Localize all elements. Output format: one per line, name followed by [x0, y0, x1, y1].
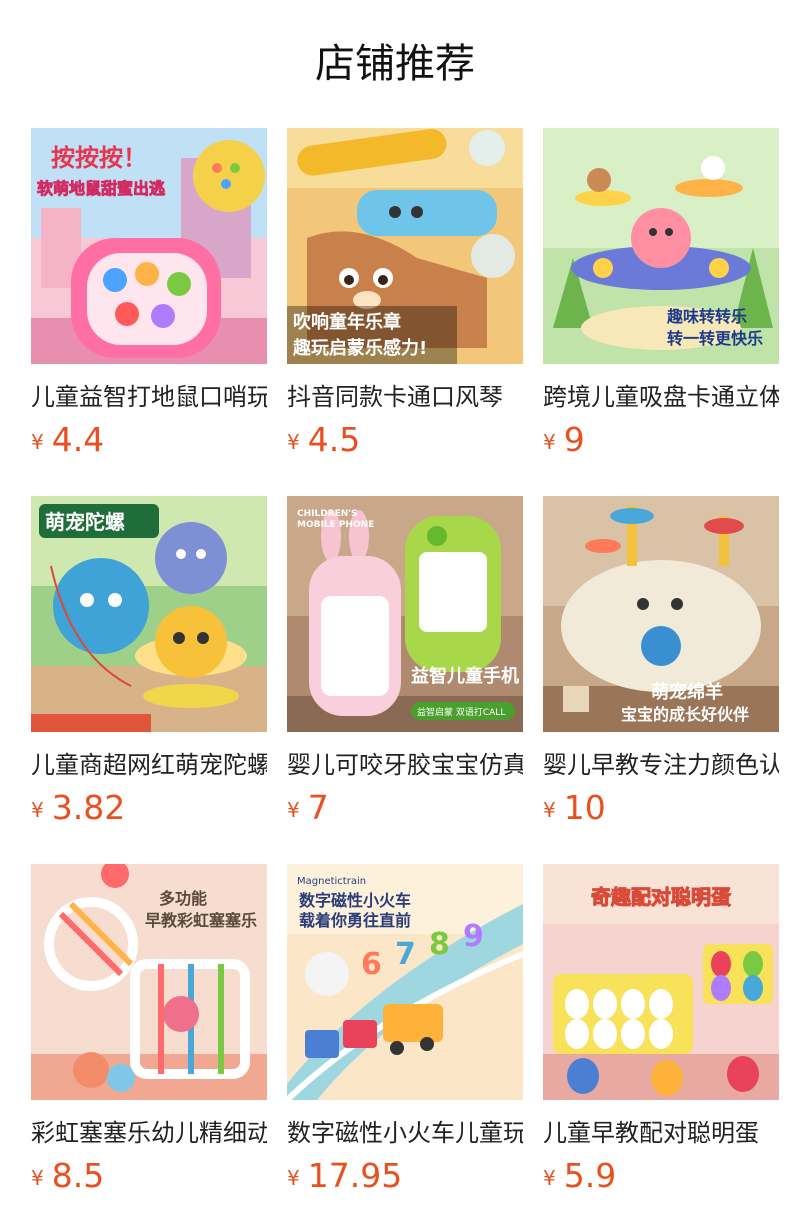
- price-value: 17.95: [307, 1156, 403, 1195]
- price-value: 8.5: [51, 1156, 105, 1195]
- svg-text:CHILDREN'S: CHILDREN'S: [297, 509, 358, 519]
- product-card[interactable]: CHILDREN'S MOBILE PHONE 益智儿童手机 益智启蒙 双语打C…: [287, 496, 523, 828]
- store-recommendations-page: 店铺推荐 按按按！ 软萌地鼠甜蜜出逃 儿童益智打地鼠口哨玩 ¥ 4.4 吹响童年…: [0, 0, 790, 1232]
- product-card[interactable]: 萌宠绵羊 宝宝的成长好伙伴 婴儿早教专注力颜色认知玩具 ¥10: [543, 496, 779, 828]
- lamb-busy-toy-image[interactable]: 萌宠绵羊 宝宝的成长好伙伴: [543, 496, 779, 732]
- product-price: ¥3.82: [31, 788, 267, 828]
- svg-text:按按按！: 按按按！: [51, 144, 147, 172]
- svg-text:多功能: 多功能: [159, 889, 207, 908]
- price-value: 4.4: [51, 420, 105, 459]
- product-price: ¥7: [287, 788, 523, 828]
- svg-text:萌宠绵羊: 萌宠绵羊: [651, 681, 723, 703]
- product-card[interactable]: 吹响童年乐章 趣玩启蒙乐感力! 抖音同款卡通口风琴 ¥4.5: [287, 128, 523, 460]
- product-card[interactable]: 按按按！ 软萌地鼠甜蜜出逃 儿童益智打地鼠口哨玩具 ¥4.4: [31, 128, 267, 460]
- product-card[interactable]: 6 7 8 9 Magnetictrain 数字磁性小火车 载着你勇往直前 数字…: [287, 864, 523, 1196]
- currency-symbol: ¥: [31, 798, 44, 822]
- svg-text:数字磁性小火车: 数字磁性小火车: [299, 891, 411, 910]
- product-name[interactable]: 抖音同款卡通口风琴: [287, 380, 523, 414]
- svg-text:8: 8: [429, 927, 450, 962]
- currency-symbol: ¥: [543, 430, 556, 454]
- baby-toy-phone-image[interactable]: CHILDREN'S MOBILE PHONE 益智儿童手机 益智启蒙 双语打C…: [287, 496, 523, 732]
- svg-text:Magnetictrain: Magnetictrain: [297, 876, 366, 887]
- product-name[interactable]: 跨境儿童吸盘卡通立体陀螺: [543, 380, 779, 414]
- svg-text:MOBILE PHONE: MOBILE PHONE: [297, 520, 374, 530]
- product-card[interactable]: 多功能 早教彩虹塞塞乐 彩虹塞塞乐幼儿精细动作 ¥8.5: [31, 864, 267, 1196]
- product-price: ¥5.9: [543, 1156, 779, 1196]
- svg-text:益智启蒙 双语打CALL: 益智启蒙 双语打CALL: [417, 706, 505, 718]
- product-price: ¥4.4: [31, 420, 267, 460]
- suction-spinner-toy-image[interactable]: 趣味转转乐 转一转更快乐: [543, 128, 779, 364]
- svg-text:趣玩启蒙乐感力!: 趣玩启蒙乐感力!: [292, 337, 427, 359]
- currency-symbol: ¥: [287, 798, 300, 822]
- rainbow-sorting-cube-image[interactable]: 多功能 早教彩虹塞塞乐: [31, 864, 267, 1100]
- price-value: 3.82: [51, 788, 126, 827]
- product-price: ¥10: [543, 788, 779, 828]
- product-card[interactable]: 奇趣配对聪明蛋 儿童早教配对聪明蛋 ¥5.9: [543, 864, 779, 1196]
- product-card[interactable]: 萌宠陀螺 儿童商超网红萌宠陀螺玩具 ¥3.82: [31, 496, 267, 828]
- price-value: 7: [307, 788, 329, 827]
- price-value: 5.9: [563, 1156, 617, 1195]
- product-name[interactable]: 儿童早教配对聪明蛋: [543, 1116, 779, 1150]
- svg-text:软萌地鼠甜蜜出逃: 软萌地鼠甜蜜出逃: [37, 179, 166, 198]
- price-value: 10: [563, 788, 606, 827]
- currency-symbol: ¥: [287, 430, 300, 454]
- svg-text:宝宝的成长好伙伴: 宝宝的成长好伙伴: [621, 705, 749, 724]
- magnetic-number-train-image[interactable]: 6 7 8 9 Magnetictrain 数字磁性小火车 载着你勇往直前: [287, 864, 523, 1100]
- product-price: ¥17.95: [287, 1156, 523, 1196]
- svg-text:趣味转转乐: 趣味转转乐: [666, 307, 747, 326]
- svg-text:6: 6: [361, 947, 382, 982]
- product-name[interactable]: 数字磁性小火车儿童玩具: [287, 1116, 523, 1150]
- page-title: 店铺推荐: [315, 41, 475, 87]
- cute-pet-spinning-top-image[interactable]: 萌宠陀螺: [31, 496, 267, 732]
- svg-text:萌宠陀螺: 萌宠陀螺: [45, 510, 125, 534]
- product-name[interactable]: 彩虹塞塞乐幼儿精细动作: [31, 1116, 267, 1150]
- product-price: ¥8.5: [31, 1156, 267, 1196]
- svg-text:早教彩虹塞塞乐: 早教彩虹塞塞乐: [145, 911, 257, 930]
- currency-symbol: ¥: [543, 798, 556, 822]
- svg-text:吹响童年乐章: 吹响童年乐章: [293, 311, 401, 333]
- product-card[interactable]: 趣味转转乐 转一转更快乐 跨境儿童吸盘卡通立体陀螺 ¥9: [543, 128, 779, 460]
- currency-symbol: ¥: [31, 1166, 44, 1190]
- pink-whack-a-mole-toy-image[interactable]: 按按按！ 软萌地鼠甜蜜出逃: [31, 128, 267, 364]
- product-price: ¥4.5: [287, 420, 523, 460]
- svg-text:转一转更快乐: 转一转更快乐: [667, 329, 763, 348]
- product-name[interactable]: 儿童商超网红萌宠陀螺玩具: [31, 748, 267, 782]
- price-value: 4.5: [307, 420, 361, 459]
- currency-symbol: ¥: [287, 1166, 300, 1190]
- matching-eggs-image[interactable]: 奇趣配对聪明蛋: [543, 864, 779, 1100]
- currency-symbol: ¥: [543, 1166, 556, 1190]
- cartoon-harmonica-image[interactable]: 吹响童年乐章 趣玩启蒙乐感力!: [287, 128, 523, 364]
- currency-symbol: ¥: [31, 430, 44, 454]
- product-name[interactable]: 儿童益智打地鼠口哨玩具: [31, 380, 267, 414]
- svg-text:奇趣配对聪明蛋: 奇趣配对聪明蛋: [591, 885, 731, 909]
- product-name[interactable]: 婴儿早教专注力颜色认知玩具: [543, 748, 779, 782]
- price-value: 9: [563, 420, 585, 459]
- product-name[interactable]: 婴儿可咬牙胶宝宝仿真手机: [287, 748, 523, 782]
- svg-text:益智儿童手机: 益智儿童手机: [411, 665, 519, 687]
- svg-text:载着你勇往直前: 载着你勇往直前: [299, 911, 411, 930]
- svg-text:9: 9: [463, 919, 484, 954]
- product-price: ¥9: [543, 420, 779, 460]
- svg-text:7: 7: [395, 937, 416, 972]
